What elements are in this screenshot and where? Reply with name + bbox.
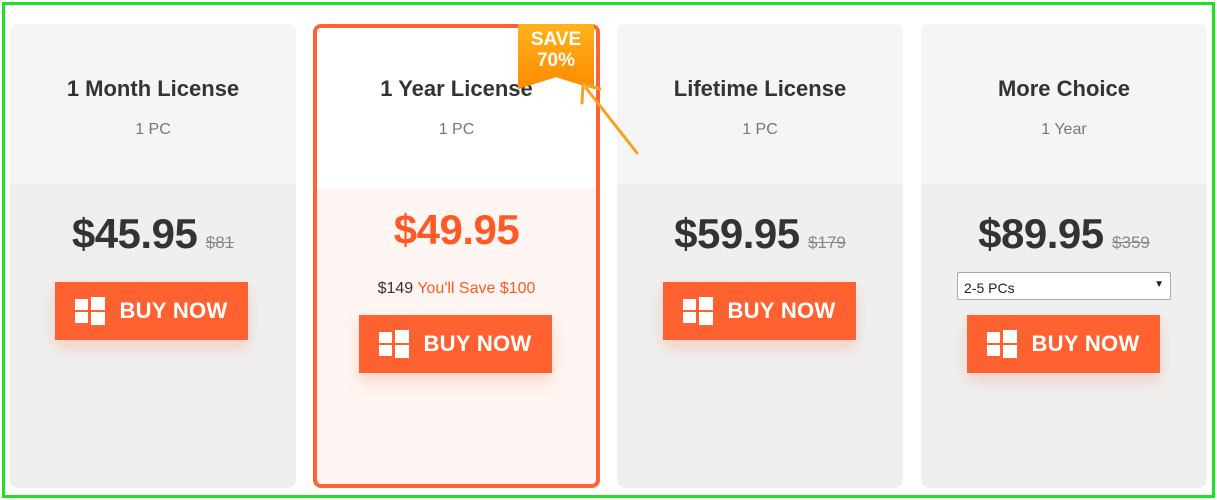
plan-old-price: $81 [205, 233, 235, 252]
plan-price: $89.95 [978, 210, 1104, 257]
price-row: $89.95 $359 [921, 210, 1207, 258]
plan-title: 1 Month License [66, 76, 240, 101]
plan-header [617, 24, 903, 184]
plan-subtitle: 1 PC [742, 121, 778, 138]
plan-subtitle: 1 Year [1041, 121, 1087, 138]
plan-old-price: $179 [808, 233, 846, 252]
plan-header [921, 24, 1207, 184]
windows-logo-icon [683, 297, 714, 325]
save-badge-text: SAVE 70% [530, 29, 582, 71]
plan-card-1-month: 1 Month License 1 PC $45.95 $81 BUY NOW [10, 24, 296, 488]
buy-now-label: BUY NOW [423, 331, 532, 356]
buy-now-label: BUY NOW [727, 298, 836, 323]
windows-logo-icon [379, 330, 410, 358]
pc-count-select[interactable]: 2-5 PCs ▼ [957, 272, 1171, 300]
plan-title: More Choice [997, 76, 1131, 101]
windows-logo-icon [987, 330, 1018, 358]
dropdown-arrow-icon: ▼ [1154, 279, 1164, 290]
plan-card-lifetime: Lifetime License 1 PC $59.95 $179 BUY NO… [617, 24, 903, 488]
price-row: $59.95 $179 [617, 210, 903, 258]
plan-title: Lifetime License [673, 76, 847, 101]
plan-title: 1 Year License [380, 76, 533, 101]
price-row: $49.95 [317, 206, 596, 254]
plan-subtitle: 1 PC [438, 121, 475, 138]
plan-card-1-year: 1 Year License 1 PC $49.95 $149 You'll S… [313, 24, 600, 488]
buy-now-button[interactable]: BUY NOW [663, 282, 856, 340]
original-price: $149 [377, 280, 414, 297]
plan-old-price: $359 [1112, 233, 1150, 252]
plan-price: $59.95 [674, 210, 800, 257]
windows-logo-icon [75, 297, 106, 325]
savings-line: $149 You'll Save $100 [317, 280, 596, 298]
buy-now-button[interactable]: BUY NOW [359, 315, 552, 373]
buy-now-label: BUY NOW [119, 298, 228, 323]
plan-card-more-choice: More Choice 1 Year $89.95 $359 2-5 PCs ▼… [921, 24, 1207, 488]
buy-now-label: BUY NOW [1031, 331, 1140, 356]
plan-price: $49.95 [393, 206, 520, 253]
plan-price: $45.95 [71, 210, 198, 257]
plan-subtitle: 1 PC [135, 121, 171, 138]
buy-now-button[interactable]: BUY NOW [55, 282, 248, 340]
plan-header [10, 24, 296, 184]
select-value: 2-5 PCs [964, 280, 1015, 296]
price-row: $45.95 $81 [10, 210, 296, 258]
buy-now-button[interactable]: BUY NOW [967, 315, 1160, 373]
savings-text: You'll Save $100 [417, 280, 536, 297]
